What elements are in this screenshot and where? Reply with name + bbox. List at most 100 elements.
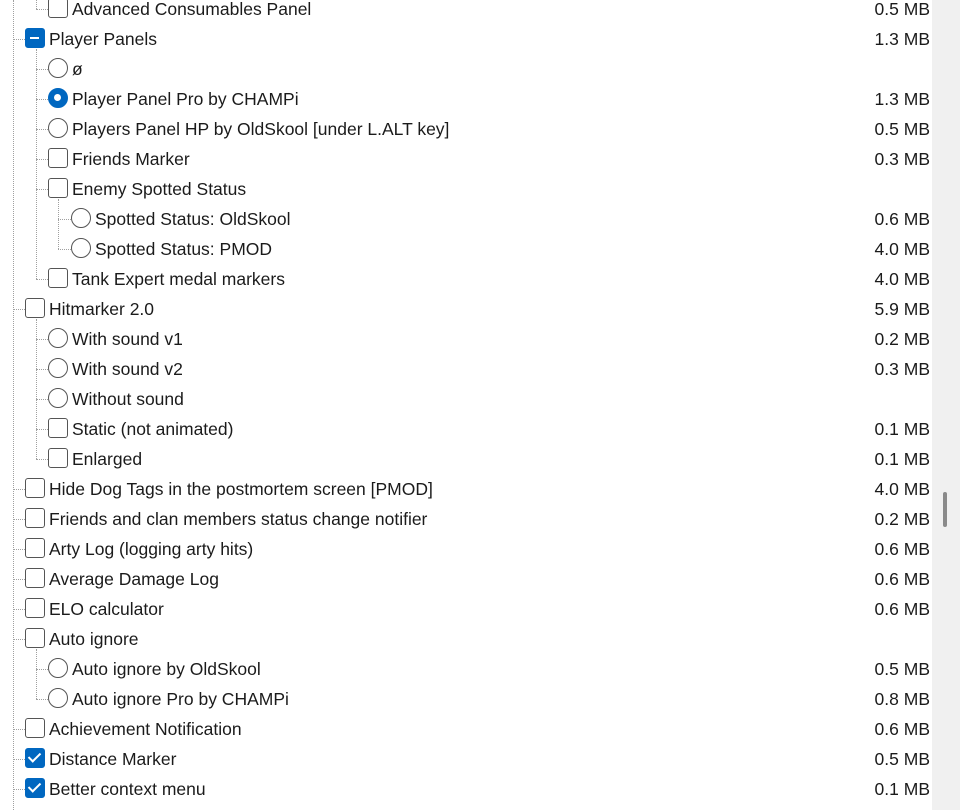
- item-size: 5.9 MB: [874, 299, 930, 319]
- item-size: 0.1 MB: [874, 779, 930, 799]
- checkbox[interactable]: [25, 508, 45, 528]
- item-size: 0.1 MB: [874, 449, 930, 469]
- tree-connector: [36, 189, 48, 190]
- item-size: 1.3 MB: [874, 29, 930, 49]
- scrollbar-thumb[interactable]: [943, 492, 947, 527]
- item-size: 0.1 MB: [874, 419, 930, 439]
- tree-row[interactable]: Player Panel Pro by CHAMPi 1.3 MB: [0, 84, 932, 114]
- tree-row[interactable]: Player Panels 1.3 MB: [0, 24, 932, 54]
- tree-row[interactable]: Tank Expert medal markers 4.0 MB: [0, 264, 932, 294]
- tree-row[interactable]: Auto ignore: [0, 624, 932, 654]
- tree-connector: [36, 699, 48, 700]
- tree-row[interactable]: Average Damage Log 0.6 MB: [0, 564, 932, 594]
- item-label: Advanced Consumables Panel: [72, 0, 312, 19]
- checkbox[interactable]: [25, 778, 45, 798]
- tree-row[interactable]: Hitmarker 2.0 5.9 MB: [0, 294, 932, 324]
- radio-button[interactable]: [48, 118, 68, 138]
- tree-connector: [13, 519, 25, 520]
- checkbox[interactable]: [25, 748, 45, 768]
- checkbox[interactable]: [48, 268, 68, 288]
- item-size: 4.0 MB: [874, 479, 930, 499]
- item-label: ø: [72, 59, 83, 79]
- radio-button[interactable]: [71, 238, 91, 258]
- item-label: Auto ignore Pro by CHAMPi: [72, 689, 289, 709]
- tree-connector: [36, 129, 48, 130]
- item-size: 0.3 MB: [874, 149, 930, 169]
- tree-connector: [36, 429, 48, 430]
- item-size: 0.2 MB: [874, 509, 930, 529]
- tree-row[interactable]: Better context menu 0.1 MB: [0, 774, 932, 804]
- checkbox[interactable]: [25, 538, 45, 558]
- radio-button[interactable]: [48, 328, 68, 348]
- tree-row[interactable]: Hide Dog Tags in the postmortem screen […: [0, 474, 932, 504]
- item-label: Tank Expert medal markers: [72, 269, 285, 289]
- item-label: Auto ignore: [49, 629, 139, 649]
- tree-connector: [36, 369, 48, 370]
- item-label: Hide Dog Tags in the postmortem screen […: [49, 479, 433, 499]
- checkbox[interactable]: [48, 448, 68, 468]
- tree-row[interactable]: Friends and clan members status change n…: [0, 504, 932, 534]
- radio-button[interactable]: [48, 58, 68, 78]
- item-label: Without sound: [72, 389, 184, 409]
- tree-row[interactable]: Spotted Status: OldSkool 0.6 MB: [0, 204, 932, 234]
- checkbox[interactable]: [25, 598, 45, 618]
- checkbox[interactable]: [48, 178, 68, 198]
- item-label: Hitmarker 2.0: [49, 299, 155, 319]
- tree-connector: [13, 309, 25, 310]
- tree-connector: [13, 549, 25, 550]
- tree-row[interactable]: Players Panel HP by OldSkool [under L.AL…: [0, 114, 932, 144]
- radio-button[interactable]: [48, 358, 68, 378]
- vertical-scrollbar[interactable]: [932, 0, 960, 810]
- tree-connector: [13, 579, 25, 580]
- tree-connector: [13, 39, 25, 40]
- tree-row[interactable]: Without sound: [0, 384, 932, 414]
- item-size: 0.6 MB: [874, 719, 930, 739]
- tree-connector: [36, 459, 48, 460]
- tree-row[interactable]: Static (not animated) 0.1 MB: [0, 414, 932, 444]
- tree-row[interactable]: ELO calculator 0.6 MB: [0, 594, 932, 624]
- item-label: Players Panel HP by OldSkool [under L.AL…: [72, 119, 450, 139]
- radio-button[interactable]: [48, 388, 68, 408]
- item-label: Enlarged: [72, 449, 143, 469]
- tree-row[interactable]: Auto ignore by OldSkool 0.5 MB: [0, 654, 932, 684]
- tree-row[interactable]: Auto ignore Pro by CHAMPi 0.8 MB: [0, 684, 932, 714]
- tree-row[interactable]: Advanced Consumables Panel 0.5 MB: [0, 0, 932, 24]
- checkbox[interactable]: [25, 568, 45, 588]
- tree-row[interactable]: Enemy Spotted Status: [0, 174, 932, 204]
- checkbox[interactable]: [25, 718, 45, 738]
- tree-row[interactable]: With sound v2 0.3 MB: [0, 354, 932, 384]
- item-label: Friends and clan members status change n…: [49, 509, 428, 529]
- item-label: Spotted Status: PMOD: [95, 239, 273, 259]
- item-size: 0.2 MB: [874, 329, 930, 349]
- item-label: Arty Log (logging arty hits): [49, 539, 254, 559]
- item-label: With sound v2: [72, 359, 183, 379]
- item-label: Player Panels: [49, 29, 157, 49]
- checkbox[interactable]: [48, 0, 68, 18]
- item-label: Spotted Status: OldSkool: [95, 209, 291, 229]
- radio-button[interactable]: [48, 688, 68, 708]
- tree-row[interactable]: Distance Marker 0.5 MB: [0, 744, 932, 774]
- checkbox[interactable]: [25, 28, 45, 48]
- checkbox[interactable]: [48, 418, 68, 438]
- item-label: ELO calculator: [49, 599, 164, 619]
- tree-row[interactable]: Spotted Status: PMOD 4.0 MB: [0, 234, 932, 264]
- checkbox[interactable]: [25, 628, 45, 648]
- tree-row[interactable]: Friends Marker 0.3 MB: [0, 144, 932, 174]
- radio-button[interactable]: [48, 88, 68, 108]
- radio-button[interactable]: [71, 208, 91, 228]
- checkbox[interactable]: [25, 478, 45, 498]
- tree-row[interactable]: Arty Log (logging arty hits) 0.6 MB: [0, 534, 932, 564]
- checkbox[interactable]: [48, 148, 68, 168]
- item-size: 0.5 MB: [874, 119, 930, 139]
- tree-connector: [36, 99, 48, 100]
- item-size: 0.6 MB: [874, 539, 930, 559]
- tree-connector: [36, 279, 48, 280]
- tree-row[interactable]: With sound v1 0.2 MB: [0, 324, 932, 354]
- checkbox[interactable]: [25, 298, 45, 318]
- item-label: Average Damage Log: [49, 569, 219, 589]
- tree-row[interactable]: Achievement Notification 0.6 MB: [0, 714, 932, 744]
- radio-button[interactable]: [48, 658, 68, 678]
- item-size: 4.0 MB: [874, 239, 930, 259]
- tree-row[interactable]: Enlarged 0.1 MB: [0, 444, 932, 474]
- tree-row[interactable]: ø: [0, 54, 932, 84]
